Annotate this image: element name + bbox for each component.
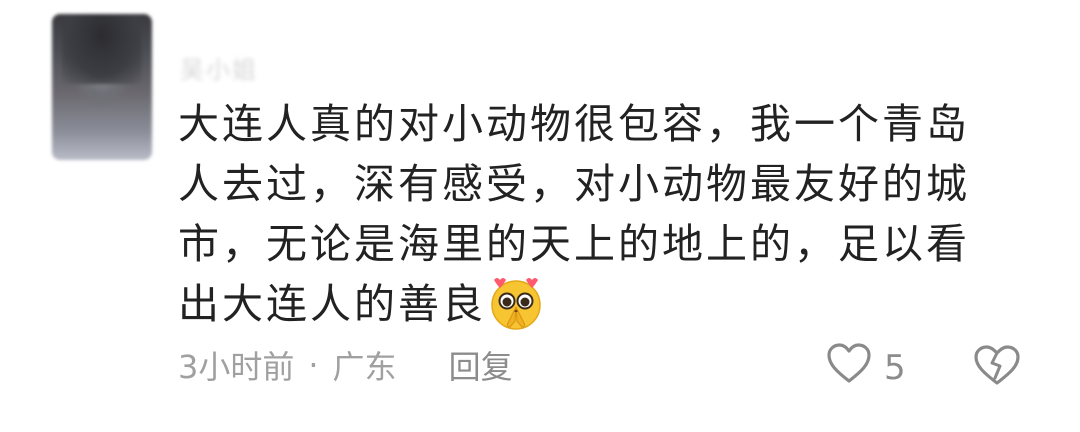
like-button[interactable]: 5 — [826, 342, 906, 393]
reply-button[interactable]: 回复 — [449, 342, 513, 388]
comment-location: 广东 — [332, 348, 397, 386]
comment-item: 吴小姐 大连人真的对小动物很包容，我一个青岛人去过，深有感受，对小动物最友好的城… — [0, 0, 1080, 432]
like-count: 5 — [884, 347, 906, 388]
username[interactable]: 吴小姐 — [180, 50, 258, 85]
meta-separator: · — [308, 346, 319, 384]
comment-text: 大连人真的对小动物很包容，我一个青岛人去过，深有感受，对小动物最友好的城市，无论… — [178, 94, 1008, 334]
broken-heart-icon[interactable] — [972, 345, 1022, 390]
avatar[interactable] — [52, 14, 152, 160]
dislike-button[interactable] — [972, 344, 1022, 390]
heart-outline-icon[interactable] — [826, 342, 872, 393]
pleading-face-emoji-icon — [488, 276, 544, 332]
comment-meta: 3小时前 · 广东 回复 — [178, 341, 513, 389]
comment-time: 3小时前 — [178, 348, 295, 386]
comment-text-body: 大连人真的对小动物很包容，我一个青岛人去过，深有感受，对小动物最友好的城市，无论… — [178, 100, 970, 328]
